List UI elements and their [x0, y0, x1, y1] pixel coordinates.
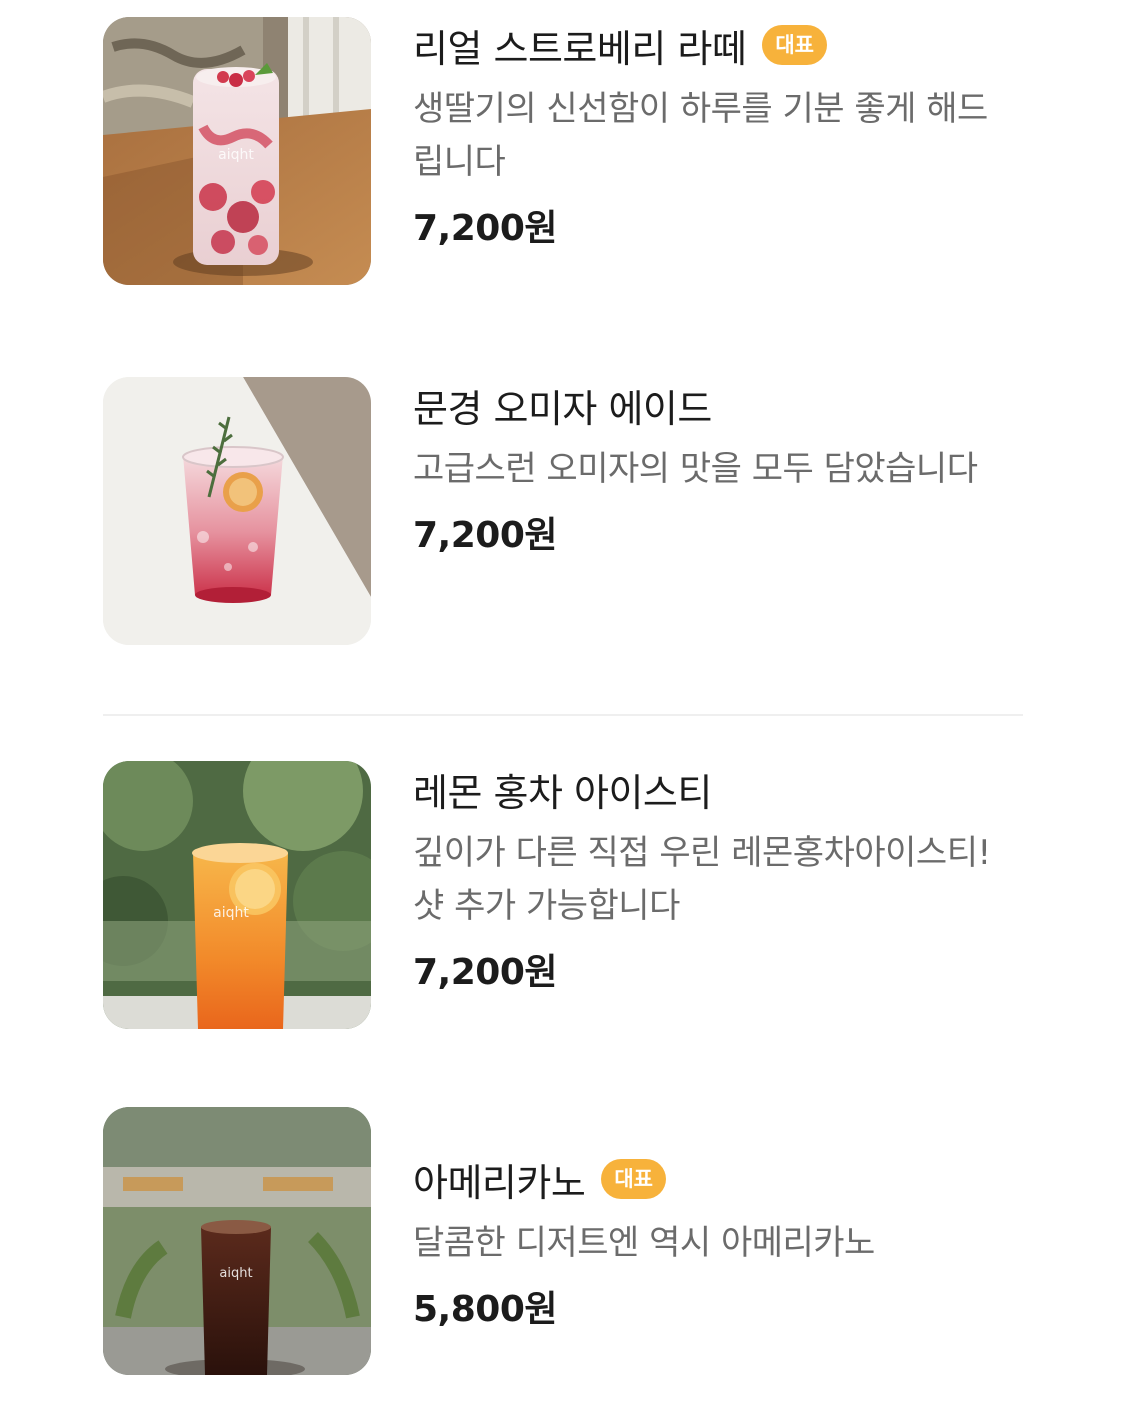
- item-description: 고급스런 오미자의 맛을 모두 담았습니다: [413, 449, 978, 489]
- item-description: 생딸기의 신선함이 하루를 기분 좋게 해드립니다: [413, 89, 988, 182]
- signature-badge: 대표: [601, 1159, 666, 1199]
- menu-item-omija-ade[interactable]: 문경 오미자 에이드 고급스런 오미자의 맛을 모두 담았습니다 7,200원: [103, 377, 1023, 645]
- americano-photo: aiqht: [103, 1107, 371, 1375]
- item-price: 7,200원: [413, 515, 558, 556]
- strawberry-latte-photo: aiqht: [103, 17, 371, 285]
- item-name: 문경 오미자 에이드: [413, 386, 712, 431]
- menu-item-strawberry-latte[interactable]: aiqht 리얼 스트로베리 라떼 대표 생딸기의 신선함이 하루를 기분 좋게…: [103, 17, 1023, 285]
- item-name: 아메리카노: [413, 1160, 586, 1205]
- item-description: 달콤한 디저트엔 역시 아메리카노: [413, 1223, 875, 1263]
- cup-logo-text: aiqht: [218, 147, 254, 163]
- section-divider: [103, 714, 1023, 716]
- item-price: 5,800원: [413, 1289, 558, 1330]
- item-price: 7,200원: [413, 952, 558, 993]
- menu-item-lemon-tea[interactable]: aiqht 레몬 홍차 아이스티 깊이가 다른 직접 우린 레몬홍차아이스티! …: [103, 761, 1023, 1029]
- item-name: 레몬 홍차 아이스티: [413, 770, 712, 815]
- cup-logo-text: aiqht: [213, 905, 249, 921]
- menu-item-americano[interactable]: aiqht 아메리카노 대표 달콤한 디저트엔 역시 아메리카노 5,800원: [103, 1107, 1023, 1375]
- item-description: 깊이가 다른 직접 우린 레몬홍차아이스티! 샷 추가 가능합니다: [413, 833, 991, 926]
- omija-ade-photo: [103, 377, 371, 645]
- item-name: 리얼 스트로베리 라떼: [413, 26, 747, 71]
- lemon-tea-photo: aiqht: [103, 761, 371, 1029]
- cup-logo-text: aiqht: [219, 1266, 252, 1281]
- item-price: 7,200원: [413, 208, 558, 249]
- signature-badge: 대표: [762, 25, 827, 65]
